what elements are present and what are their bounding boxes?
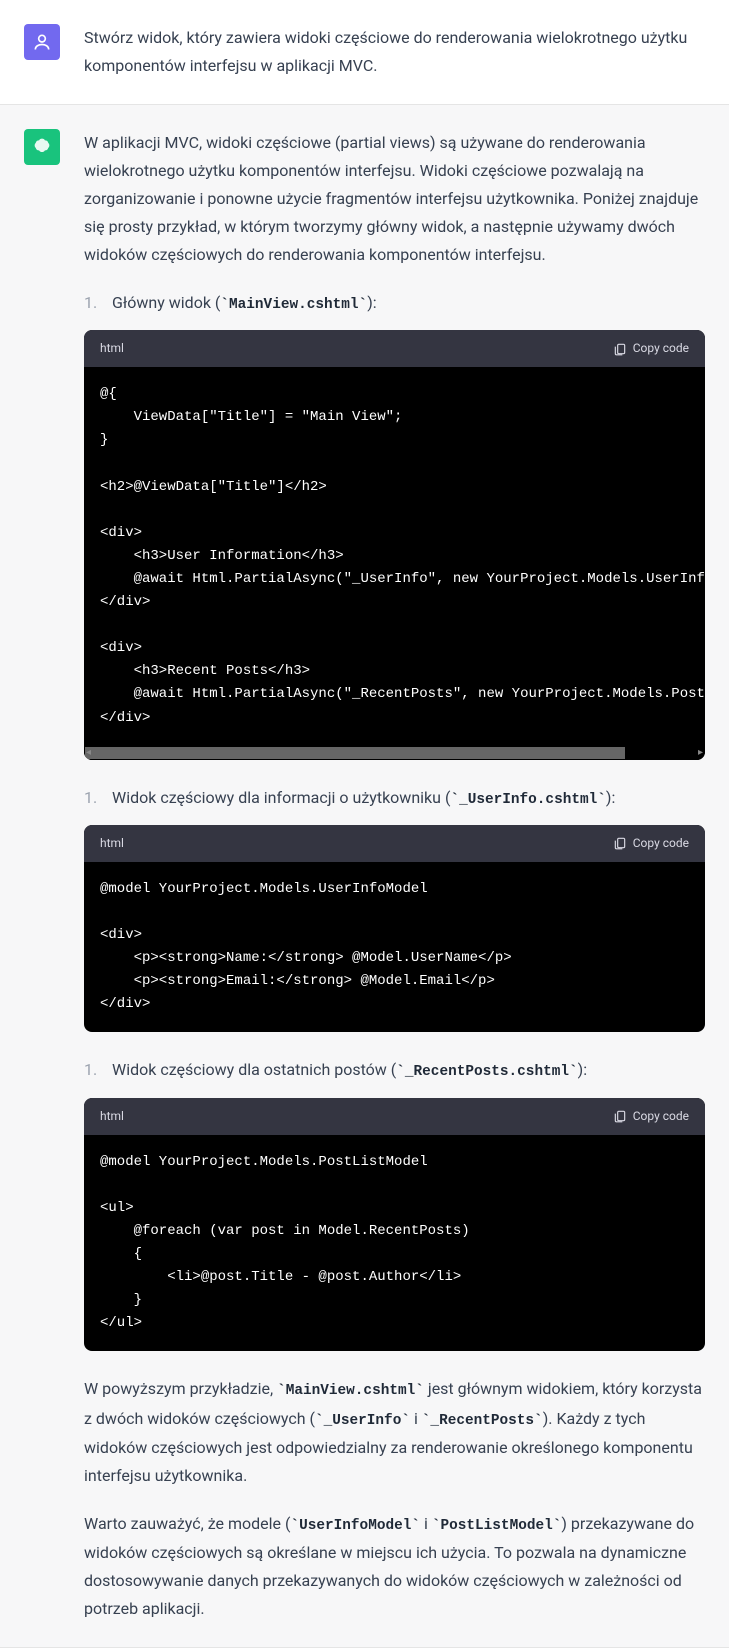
code-block-1: html Copy code @{ ViewData["Title"] = "M… (84, 330, 705, 759)
code-body[interactable]: @model YourProject.Models.UserInfoModel … (84, 862, 705, 1033)
code-header: html Copy code (84, 825, 705, 862)
inline-code: `MainView.cshtml` (277, 1383, 424, 1399)
code-header: html Copy code (84, 330, 705, 367)
user-avatar (24, 24, 60, 60)
code-block-2: html Copy code @model YourProject.Models… (84, 825, 705, 1033)
code-header: html Copy code (84, 1098, 705, 1135)
inline-code: `UserInfoModel` (290, 1518, 420, 1534)
code-block-3: html Copy code @model YourProject.Models… (84, 1098, 705, 1352)
scroll-left-icon: ◂ (86, 744, 91, 760)
clipboard-icon (613, 836, 627, 850)
assistant-message-content: W aplikacji MVC, widoki częściowe (parti… (84, 129, 705, 1623)
user-message-row: Stwórz widok, który zawiera widoki częśc… (0, 0, 729, 104)
outro-paragraph-1: W powyższym przykładzie, `MainView.cshtm… (84, 1375, 705, 1489)
person-icon (32, 32, 52, 52)
inline-code: `_RecentPosts` (422, 1413, 543, 1429)
horizontal-scrollbar[interactable]: ◂ ▸ (84, 746, 705, 760)
assistant-message-row: W aplikacji MVC, widoki częściowe (parti… (0, 104, 729, 1648)
inline-code: `PostListModel` (432, 1518, 562, 1534)
openai-icon (32, 137, 52, 157)
copy-code-button[interactable]: Copy code (613, 338, 689, 359)
assistant-avatar (24, 129, 60, 165)
copy-code-button[interactable]: Copy code (613, 833, 689, 854)
user-message-text: Stwórz widok, który zawiera widoki częśc… (84, 24, 705, 80)
code-content: @model YourProject.Models.UserInfoModel … (84, 862, 705, 1033)
clipboard-icon (613, 1109, 627, 1123)
code-content: @model YourProject.Models.PostListModel … (84, 1135, 705, 1352)
copy-code-button[interactable]: Copy code (613, 1106, 689, 1127)
clipboard-icon (613, 342, 627, 356)
code-lang-label: html (100, 1106, 124, 1127)
list-item-1: Główny widok (`MainView.cshtml`): (84, 289, 705, 318)
inline-code: `_RecentPosts.cshtml` (396, 1064, 577, 1080)
list-item-2: Widok częściowy dla informacji o użytkow… (84, 784, 705, 813)
scrollbar-thumb[interactable] (85, 747, 625, 759)
code-content: @{ ViewData["Title"] = "Main View"; } <h… (84, 367, 705, 745)
inline-code: `_UserInfo.cshtml` (450, 792, 605, 808)
code-body[interactable]: @{ ViewData["Title"] = "Main View"; } <h… (84, 367, 705, 745)
code-body[interactable]: @model YourProject.Models.PostListModel … (84, 1135, 705, 1352)
intro-paragraph: W aplikacji MVC, widoki częściowe (parti… (84, 129, 705, 269)
outro-paragraph-2: Warto zauważyć, że modele (`UserInfoMode… (84, 1510, 705, 1623)
inline-code: `_UserInfo` (315, 1413, 410, 1429)
inline-code: `MainView.cshtml` (220, 297, 367, 313)
scroll-right-icon: ▸ (698, 744, 703, 760)
code-lang-label: html (100, 833, 124, 854)
code-lang-label: html (100, 338, 124, 359)
list-item-3: Widok częściowy dla ostatnich postów (`_… (84, 1056, 705, 1085)
